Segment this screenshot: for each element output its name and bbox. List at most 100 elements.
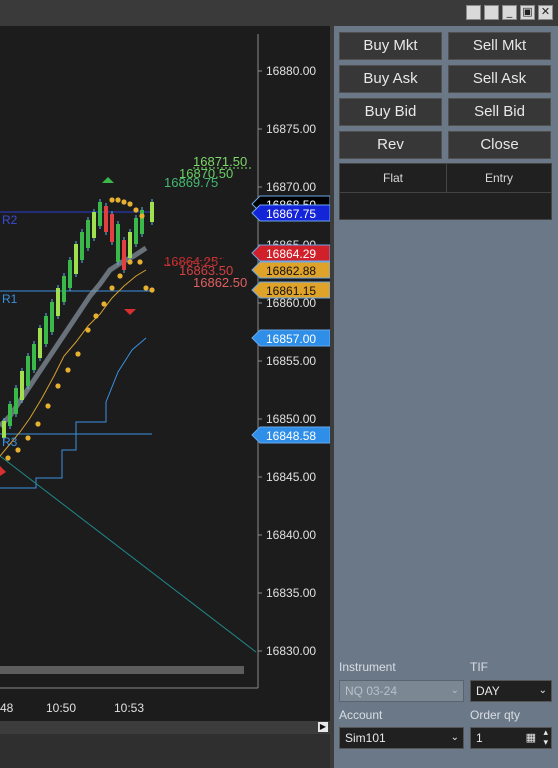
price-tick-label: 16870.00 xyxy=(266,180,316,194)
indicator-dot xyxy=(55,383,61,389)
indicator-dot xyxy=(93,313,99,319)
maximize-icon[interactable]: ▣ xyxy=(520,5,535,20)
indicator-dot xyxy=(109,197,115,203)
buy-ask-button[interactable]: Buy Ask xyxy=(339,65,442,93)
account-label: Account xyxy=(339,708,383,722)
buy-market-button[interactable]: Buy Mkt xyxy=(339,32,442,60)
price-tag-label: 16861.15 xyxy=(266,284,316,298)
indicator-dot xyxy=(65,367,71,373)
candle-body xyxy=(32,344,36,370)
candle-body xyxy=(44,316,48,344)
position-grid: Flat Entry xyxy=(339,163,552,220)
stepped-level-line xyxy=(0,337,147,489)
candle-body xyxy=(68,260,72,288)
price-tick-label: 16880.00 xyxy=(266,64,316,78)
price-tick-label: 16850.00 xyxy=(266,412,316,426)
chart-horizontal-scrollbar[interactable]: ▶ xyxy=(0,721,330,734)
price-chart[interactable]: R2 R1 R3 16871.50 16870.50 16869.75 1686… xyxy=(0,26,332,744)
trend-line xyxy=(0,455,257,653)
indicator-dot xyxy=(127,259,133,265)
price-tick-label: 16845.00 xyxy=(266,470,316,484)
down-signal-marker xyxy=(124,309,136,315)
indicator-dot xyxy=(139,213,145,219)
indicator-dot xyxy=(5,455,11,461)
chevron-down-icon: ⌄ xyxy=(450,685,459,696)
candle-body xyxy=(62,276,66,302)
tif-selector[interactable]: DAY ⌄ xyxy=(470,680,552,702)
price-tag-label: 16848.58 xyxy=(266,429,316,443)
buy-bid-button[interactable]: Buy Bid xyxy=(339,98,442,126)
close-icon[interactable]: ✕ xyxy=(538,5,553,20)
price-tag-label: 16857.00 xyxy=(266,332,316,346)
indicator-dot xyxy=(149,287,155,293)
price-tick-label: 16835.00 xyxy=(266,586,316,600)
account-selector[interactable]: Sim101 ⌄ xyxy=(339,727,464,749)
chart-canvas[interactable]: R2 R1 R3 16871.50 16870.50 16869.75 1686… xyxy=(0,26,332,744)
pivot-label-r3: R3 xyxy=(2,435,18,449)
position-column-entry: Entry xyxy=(484,171,513,185)
indicator-dot xyxy=(109,285,115,291)
close-position-button[interactable]: Close xyxy=(448,131,551,159)
sell-bid-button[interactable]: Sell Bid xyxy=(448,98,551,126)
order-qty-value: 1 xyxy=(476,731,483,745)
instrument-label: Instrument xyxy=(339,660,396,674)
candle-body xyxy=(20,371,24,400)
tif-label: TIF xyxy=(470,660,488,674)
edge-marker xyxy=(0,466,6,476)
candle-body xyxy=(92,212,96,238)
up-signal-marker xyxy=(102,177,114,183)
volume-strip xyxy=(0,666,244,674)
candle-body xyxy=(128,232,132,258)
chevron-down-icon: ⌄ xyxy=(538,685,547,696)
candle-body xyxy=(14,388,18,414)
candle-body xyxy=(38,328,42,358)
reverse-button[interactable]: Rev xyxy=(339,131,442,159)
indicator-dot xyxy=(25,435,31,441)
indicator-dot xyxy=(75,351,81,357)
indicator-dot xyxy=(121,199,127,205)
candle-body xyxy=(80,232,84,260)
order-qty-label: Order qty xyxy=(470,708,521,722)
price-tick-label: 16840.00 xyxy=(266,528,316,542)
order-entry-panel: Buy Mkt Sell Mkt Buy Ask Sell Ask Buy Bi… xyxy=(334,26,558,768)
chevron-down-icon: ⌄ xyxy=(450,732,459,743)
scroll-right-icon[interactable]: ▶ xyxy=(318,722,328,732)
candle-body xyxy=(116,224,120,262)
indicator-dot xyxy=(45,403,51,409)
window-tile-button-2[interactable] xyxy=(484,5,499,20)
candle-body xyxy=(122,240,126,270)
price-tag-label: 16862.88 xyxy=(266,264,316,278)
indicator-dot xyxy=(117,273,123,279)
chart-bottom-strip xyxy=(0,734,332,768)
indicator-dot xyxy=(101,301,107,307)
calculator-icon[interactable]: ▦ xyxy=(526,728,536,748)
candle-body xyxy=(150,202,154,222)
indicator-dot xyxy=(115,197,121,203)
candle-body xyxy=(26,356,30,386)
candle-body xyxy=(74,244,78,274)
candle-body xyxy=(86,220,90,248)
account-value: Sim101 xyxy=(345,731,386,745)
position-grid-divider xyxy=(340,192,551,193)
indicator-dot xyxy=(143,285,149,291)
candle-body xyxy=(110,214,114,242)
indicator-dot xyxy=(127,201,133,207)
order-qty-input[interactable]: 1 ▦ ▴ ▾ xyxy=(470,727,552,749)
candles-group xyxy=(2,199,154,441)
quantity-stepper[interactable]: ▴ ▾ xyxy=(543,728,548,748)
candle-body xyxy=(8,404,12,426)
time-label-1: 48 xyxy=(0,701,14,715)
price-tick-label: 16875.00 xyxy=(266,122,316,136)
price-tag-label: 16864.29 xyxy=(266,247,316,261)
indicator-dot xyxy=(137,259,143,265)
minimize-icon[interactable]: _ xyxy=(502,5,517,20)
annotation-red-3: 16862.50 xyxy=(193,275,247,290)
window-titlebar: _ ▣ ✕ xyxy=(0,0,558,26)
sell-ask-button[interactable]: Sell Ask xyxy=(448,65,551,93)
time-label-2: 10:50 xyxy=(46,701,76,715)
candle-body xyxy=(104,206,108,232)
instrument-selector[interactable]: NQ 03-24 ⌄ xyxy=(339,680,464,702)
price-axis-labels: 16880.0016875.0016870.0016865.0016860.00… xyxy=(258,64,316,658)
window-tile-button[interactable] xyxy=(466,5,481,20)
sell-market-button[interactable]: Sell Mkt xyxy=(448,32,551,60)
